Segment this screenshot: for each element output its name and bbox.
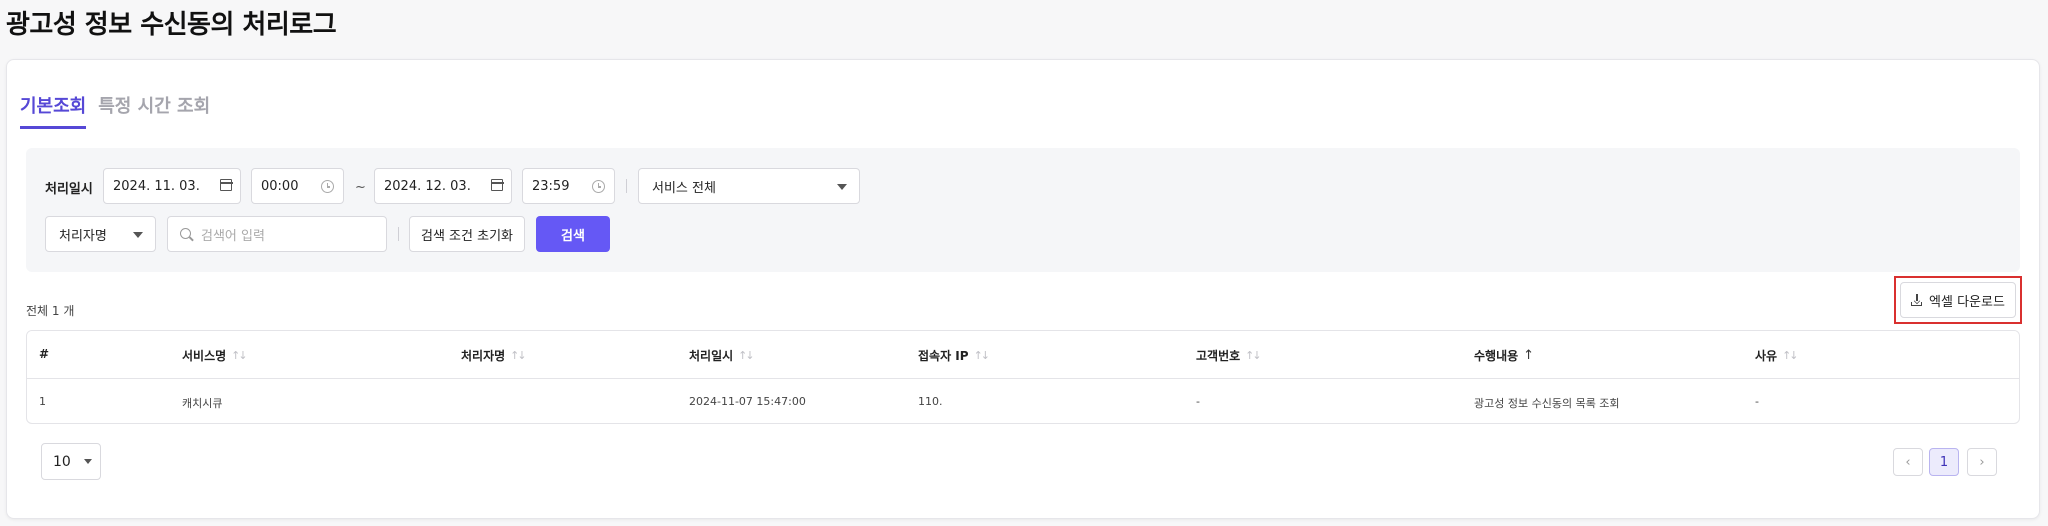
cell-reason: - [1755, 395, 1759, 408]
column-header-customer-no[interactable]: 고객번호 ↑↓ [1196, 347, 1262, 364]
cell-index: 1 [39, 395, 46, 408]
search-field-select[interactable]: 처리자명 [45, 216, 156, 252]
clock-icon[interactable] [592, 180, 605, 193]
page-size-value: 10 [53, 453, 71, 470]
date-label: 처리일시 [45, 182, 93, 197]
highlight-box: 엑셀 다운로드 [1894, 276, 2022, 324]
cell-service: 캐치시큐 [182, 397, 223, 410]
page-size-select[interactable]: 10 [41, 443, 101, 480]
filter-panel [26, 148, 2020, 272]
sort-icon[interactable]: ↑↓ [510, 349, 527, 362]
tab-basic-search[interactable]: 기본조회 [20, 92, 87, 129]
page-button-1[interactable]: 1 [1929, 448, 1959, 476]
reset-button[interactable]: 검색 조건 초기화 [409, 216, 525, 252]
search-icon [180, 228, 191, 239]
column-header-processed-at[interactable]: 처리일시 ↑↓ [689, 347, 755, 364]
tab-specific-time-search[interactable]: 특정 시간 조회 [98, 92, 210, 129]
total-count: 전체 1 개 [26, 304, 75, 318]
chevron-down-icon [84, 459, 92, 464]
cell-action: 광고성 정보 수신동의 목록 조회 [1474, 397, 1620, 410]
next-page-button[interactable]: › [1967, 448, 1997, 476]
column-header-ip[interactable]: 접속자 IP ↑↓ [918, 347, 991, 364]
range-separator: ~ [355, 180, 366, 195]
sort-icon[interactable]: ↑↓ [974, 349, 991, 362]
column-header-reason[interactable]: 사유 ↑↓ [1755, 347, 1799, 364]
end-date-field[interactable]: 2024. 12. 03. [374, 168, 512, 204]
excel-download-button[interactable]: 엑셀 다운로드 [1900, 282, 2016, 318]
chevron-down-icon [133, 232, 143, 238]
chevron-right-icon: › [1979, 454, 1985, 470]
prev-page-button[interactable]: ‹ [1893, 448, 1923, 476]
end-date-value: 2024. 12. 03. [384, 178, 471, 194]
log-table: # 서비스명 ↑↓ 처리자명 ↑↓ 처리일시 ↑↓ 접속자 IP ↑↓ 고객번호 ↑↓ 수… [26, 330, 2020, 424]
search-field-select-value: 처리자명 [59, 228, 107, 244]
sort-ascending-icon[interactable]: ↑ [1523, 348, 1534, 363]
divider [626, 179, 627, 193]
table-header: # 서비스명 ↑↓ 처리자명 ↑↓ 처리일시 ↑↓ 접속자 IP ↑↓ 고객번호 ↑↓ 수… [27, 331, 2019, 379]
page-title: 광고성 정보 수신동의 처리로그 [6, 10, 337, 40]
tab-bar: 기본조회 특정 시간 조회 [20, 92, 210, 129]
cell-customer-no: - [1196, 395, 1200, 408]
table-row[interactable]: 1 캐치시큐 2024-11-07 15:47:00 110. - 광고성 정보… [27, 379, 2019, 423]
search-input[interactable]: 검색어 입력 [167, 216, 387, 252]
end-time-field[interactable]: 23:59 [522, 168, 615, 204]
service-select-value: 서비스 전체 [652, 180, 716, 196]
sort-icon[interactable]: ↑↓ [231, 349, 248, 362]
start-time-field[interactable]: 00:00 [251, 168, 344, 204]
sort-icon[interactable]: ↑↓ [1245, 349, 1262, 362]
clock-icon[interactable] [321, 180, 334, 193]
calendar-icon[interactable] [490, 179, 504, 191]
service-select[interactable]: 서비스 전체 [638, 168, 860, 204]
calendar-icon[interactable] [219, 179, 233, 191]
column-header-handler[interactable]: 처리자명 ↑↓ [461, 347, 527, 364]
start-date-value: 2024. 11. 03. [113, 178, 200, 194]
column-header-service[interactable]: 서비스명 ↑↓ [182, 347, 248, 364]
chevron-down-icon [837, 184, 847, 190]
chevron-left-icon: ‹ [1905, 454, 1911, 470]
search-button[interactable]: 검색 [536, 216, 610, 252]
cell-processed-at: 2024-11-07 15:47:00 [689, 395, 806, 408]
search-placeholder: 검색어 입력 [201, 228, 265, 244]
end-time-value: 23:59 [532, 178, 570, 194]
divider [398, 227, 399, 241]
sort-icon[interactable]: ↑↓ [738, 349, 755, 362]
column-header-index: # [39, 347, 50, 361]
excel-download-label: 엑셀 다운로드 [1929, 294, 2005, 310]
sort-icon[interactable]: ↑↓ [1782, 349, 1799, 362]
cell-ip: 110. [918, 395, 943, 408]
download-icon [1911, 294, 1923, 306]
start-date-field[interactable]: 2024. 11. 03. [103, 168, 241, 204]
content-card [6, 59, 2040, 519]
start-time-value: 00:00 [261, 178, 299, 194]
column-header-action[interactable]: 수행내용 ↑ [1474, 347, 1534, 364]
